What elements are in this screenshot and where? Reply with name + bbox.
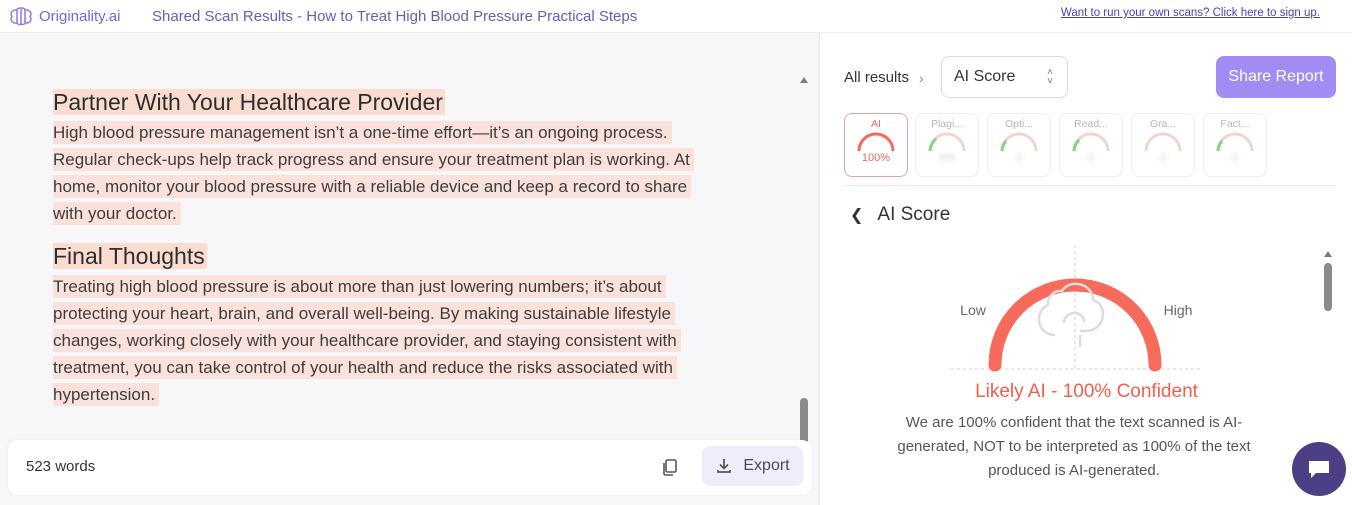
share-report-button[interactable]: Share Report: [1216, 56, 1336, 98]
scroll-up-arrow[interactable]: [800, 77, 808, 83]
section-heading: Partner With Your Healthcare Provider: [53, 89, 445, 115]
tab-value: 0: [1015, 152, 1023, 164]
mini-gauge-icon: [1072, 132, 1110, 152]
tab-label: Read...: [1074, 118, 1108, 130]
ai-verdict: Likely AI - 100% Confident: [975, 381, 1198, 402]
document-scrollbar[interactable]: [798, 73, 810, 464]
tab-fact-check[interactable]: Fact... 0: [1203, 113, 1267, 177]
document-content: Partner With Your Healthcare Provider Hi…: [53, 87, 773, 422]
tab-value: 0: [1231, 152, 1239, 164]
section-paragraph: Treating high blood pressure is about mo…: [53, 273, 713, 408]
mini-gauge-icon: [928, 132, 966, 152]
copy-button[interactable]: [660, 457, 680, 477]
ai-explanation: We are 100% confident that the text scan…: [897, 414, 1251, 479]
scroll-thumb[interactable]: [1324, 263, 1332, 311]
gauge-high-label: High: [1164, 302, 1193, 318]
tab-readability[interactable]: Read... 0: [1059, 113, 1123, 177]
updown-chevron-icon: ˄ ˅: [1047, 67, 1053, 87]
mini-gauge-icon: [1000, 132, 1038, 152]
brain-logo-icon: [10, 7, 32, 26]
result-tabs: AI 100% Plagi... 0% Opti... 0 Read... 0 …: [844, 113, 1339, 177]
score-type-value: AI Score: [954, 68, 1016, 85]
tab-label: Opti...: [1004, 118, 1033, 130]
tab-value: 100%: [861, 152, 891, 164]
tab-label: Plagi...: [930, 118, 964, 130]
chevron-right-icon: ›: [919, 69, 924, 86]
section-title: AI Score: [877, 204, 951, 225]
gauge-graphic: Low High: [951, 245, 1201, 372]
signup-link[interactable]: Want to run your own scans? Click here t…: [1061, 7, 1320, 19]
brand-logo[interactable]: Originality.ai: [9, 6, 120, 26]
section-paragraph: High blood pressure management isn’t a o…: [53, 119, 713, 227]
breadcrumb-all-results[interactable]: All results: [844, 69, 909, 86]
breadcrumb[interactable]: All results ›: [844, 69, 924, 86]
download-icon: [717, 459, 732, 473]
mini-gauge-icon: [857, 132, 895, 152]
tab-label: Gra...: [1149, 118, 1177, 130]
tab-label: AI: [871, 118, 881, 130]
tab-value: 0: [1087, 152, 1095, 164]
section-header: ❮ AI Score: [850, 204, 950, 226]
document-footer: 523 words Export: [8, 440, 812, 495]
divider: [844, 185, 1336, 186]
tab-value: 0%: [939, 152, 955, 164]
tab-value: 0: [1159, 152, 1167, 164]
export-button[interactable]: Export: [702, 446, 803, 486]
results-panel: All results › AI Score ˄ ˅ Share Report A…: [821, 33, 1352, 505]
tab-grammar[interactable]: Gra... 0: [1131, 113, 1195, 177]
tab-ai[interactable]: AI 100%: [844, 113, 908, 177]
word-count: 523 words: [26, 458, 96, 475]
gauge-low-label: Low: [960, 302, 987, 318]
report-title: Shared Scan Results - How to Treat High …: [152, 8, 638, 25]
top-bar: Originality.ai Shared Scan Results - How…: [0, 0, 1352, 33]
tab-label: Fact...: [1220, 118, 1250, 130]
document-panel: Partner With Your Healthcare Provider Hi…: [0, 33, 820, 505]
export-label: Export: [743, 457, 790, 474]
copy-icon: [663, 459, 677, 476]
chevron-left-icon[interactable]: ❮: [850, 205, 863, 225]
mini-gauge-icon: [1144, 132, 1182, 152]
brand-name: Originality.ai: [39, 7, 121, 25]
chat-button[interactable]: [1292, 442, 1346, 496]
score-type-select[interactable]: AI Score ˄ ˅: [941, 56, 1068, 98]
section-heading: Final Thoughts: [53, 243, 207, 269]
scroll-up-arrow[interactable]: [1324, 251, 1332, 257]
tab-plagiarism[interactable]: Plagi... 0%: [915, 113, 979, 177]
mini-gauge-icon: [1216, 132, 1254, 152]
chat-icon: [1309, 461, 1329, 478]
tab-optimization[interactable]: Opti... 0: [987, 113, 1051, 177]
